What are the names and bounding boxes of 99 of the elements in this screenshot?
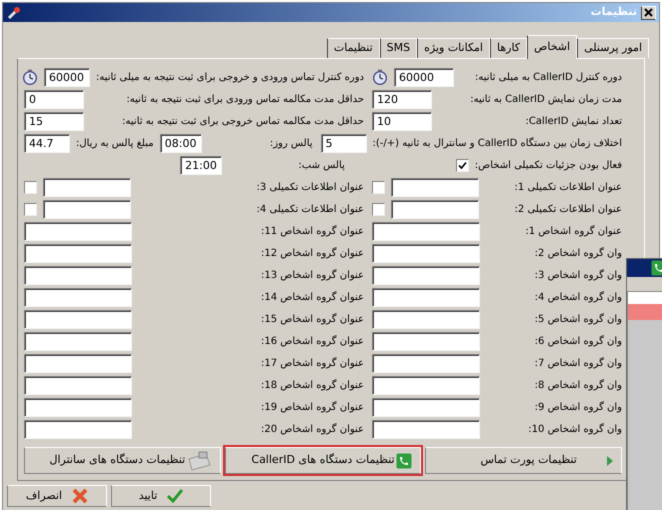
settings-button[interactable]: تنظیمات پورت تماس xyxy=(425,447,622,474)
text-field[interactable] xyxy=(391,178,479,196)
text-field[interactable]: 120 xyxy=(372,90,432,108)
checkbox[interactable] xyxy=(372,180,385,194)
text-field[interactable] xyxy=(372,420,480,438)
text-field[interactable] xyxy=(372,332,480,350)
field-label: عنوان اطلاعات تکمیلی 3: xyxy=(256,180,364,194)
checkbox[interactable] xyxy=(372,202,385,216)
field-label: عنوان گروه اشخاص 19: xyxy=(260,400,364,414)
field-label: مبلغ پالس به ریال: xyxy=(76,136,154,150)
field-label: عنوان اطلاعات تکمیلی 4: xyxy=(256,202,364,216)
cancel-icon xyxy=(72,488,88,504)
text-field[interactable] xyxy=(24,266,132,284)
phone-icon xyxy=(396,452,412,468)
field-label: عنوان گروه اشخاص 18: xyxy=(260,378,364,392)
desk-phone-icon xyxy=(186,450,212,470)
field-label: دوره کنترل تماس ورودی و خروجی برای ثبت نتیجه به میلی ثانیه: xyxy=(96,70,364,84)
field-label: عنوان گروه اشخاص 16: xyxy=(260,334,364,348)
field-label: وان گروه اشخاص 8: xyxy=(534,378,622,392)
time-field[interactable]: 21:00 xyxy=(180,156,222,174)
field-label: دوره کنترل CallerID به میلی ثانیه: xyxy=(475,70,622,84)
text-field[interactable]: 15 xyxy=(24,112,84,130)
text-field[interactable]: 60000 xyxy=(394,68,454,86)
list-header xyxy=(628,292,662,304)
text-field[interactable] xyxy=(372,354,480,372)
text-field[interactable] xyxy=(24,398,132,416)
tab[interactable]: کارها xyxy=(490,38,528,58)
text-field[interactable] xyxy=(24,288,132,306)
text-field[interactable] xyxy=(372,222,480,240)
field-label: اختلاف زمان بین دستگاه CallerID و سانترال به ثانیه (+/-): xyxy=(372,136,622,150)
close-button[interactable] xyxy=(641,6,656,20)
text-field[interactable] xyxy=(372,244,480,262)
field-label: عنوان گروه اشخاص 20: xyxy=(260,422,364,436)
text-field[interactable] xyxy=(372,398,480,416)
checkbox[interactable] xyxy=(24,202,37,216)
field-label: وان گروه اشخاص 10: xyxy=(528,422,622,436)
field-label: وان گروه اشخاص 3: xyxy=(534,268,622,282)
field-label: وان گروه اشخاص 2: xyxy=(534,246,622,260)
text-field[interactable] xyxy=(24,222,132,240)
text-field[interactable] xyxy=(372,288,480,306)
text-field[interactable]: 10 xyxy=(372,112,432,130)
text-field[interactable]: 60000 xyxy=(44,68,90,86)
field-label: عنوان گروه اشخاص 13: xyxy=(260,268,364,282)
text-field[interactable] xyxy=(372,376,480,394)
text-field[interactable] xyxy=(24,354,132,372)
field-label: عنوان اطلاعات تکمیلی 1: xyxy=(514,180,622,194)
checkmark-icon xyxy=(458,160,467,170)
field-label: عنوان گروه اشخاص 17: xyxy=(260,356,364,370)
field-label: وان گروه اشخاص 6: xyxy=(534,334,622,348)
field-label: پالس شب: xyxy=(298,158,345,172)
time-field[interactable]: 08:00 xyxy=(160,134,202,152)
field-label: عنوان گروه اشخاص 11: xyxy=(260,224,364,238)
text-field[interactable] xyxy=(24,420,132,438)
tab[interactable]: امور پرسنلی xyxy=(577,38,649,58)
close-icon xyxy=(644,8,653,17)
text-field[interactable] xyxy=(372,266,480,284)
field-label: تعداد نمایش CallerID: xyxy=(525,114,622,128)
field-label: وان گروه اشخاص 5: xyxy=(534,312,622,326)
checkbox[interactable] xyxy=(24,180,37,194)
field-label: وان گروه اشخاص 7: xyxy=(534,356,622,370)
settings-button[interactable]: تنظیمات دستگاه های CallerID xyxy=(224,447,422,474)
dialog-button[interactable]: تایید xyxy=(111,485,211,507)
settings-button[interactable]: تنظیمات دستگاه های سانترال xyxy=(24,447,221,474)
text-field[interactable] xyxy=(24,310,132,328)
field-label: عنوان گروه اشخاص 1: xyxy=(525,224,622,238)
window-title: تنظیمات xyxy=(590,4,637,20)
tab[interactable]: تنظیمات xyxy=(326,38,380,58)
field-label: عنوان اطلاعات تکمیلی 2: xyxy=(514,202,622,216)
field-label: فعال بودن جزئیات تکمیلی اشخاص: xyxy=(474,158,622,172)
field-label: عنوان گروه اشخاص 15: xyxy=(260,312,364,326)
field-label: وان گروه اشخاص 9: xyxy=(534,400,622,414)
checkbox[interactable] xyxy=(456,158,469,172)
wrench-icon xyxy=(6,4,22,20)
tab[interactable]: SMS xyxy=(380,38,418,58)
field-label: حداقل مدت مکالمه تماس خروجی برای ثبت نتیجه به ثانیه: xyxy=(122,114,364,128)
text-field[interactable]: 44.7 xyxy=(24,134,70,152)
field-label: حداقل مدت مکالمه تماس ورودی برای ثبت نتیجه به ثانیه: xyxy=(126,92,364,106)
field-label: وان گروه اشخاص 4: xyxy=(534,290,622,304)
field-label: پالس روز: xyxy=(270,136,313,150)
text-field[interactable] xyxy=(43,200,131,218)
stopwatch-icon xyxy=(372,69,388,85)
field-label: عنوان گروه اشخاص 12: xyxy=(260,246,364,260)
text-field[interactable]: 0 xyxy=(24,90,84,108)
port-icon xyxy=(607,454,613,468)
field-label: عنوان گروه اشخاص 14: xyxy=(260,290,364,304)
tab[interactable]: امکانات ویژه xyxy=(417,38,490,58)
text-field[interactable] xyxy=(24,244,132,262)
text-field[interactable] xyxy=(24,376,132,394)
field-label: مدت زمان نمایش CallerID به ثانیه: xyxy=(470,92,622,106)
stopwatch-icon xyxy=(22,69,38,85)
text-field[interactable] xyxy=(372,310,480,328)
checkmark-icon xyxy=(167,489,184,503)
text-field[interactable]: 5 xyxy=(320,134,367,152)
text-field[interactable] xyxy=(24,332,132,350)
text-field[interactable] xyxy=(391,200,479,218)
text-field[interactable] xyxy=(43,178,131,196)
dialog-button[interactable]: انصراف xyxy=(7,485,107,507)
highlighted-row xyxy=(628,304,662,320)
tab[interactable]: اشخاص xyxy=(527,35,578,59)
